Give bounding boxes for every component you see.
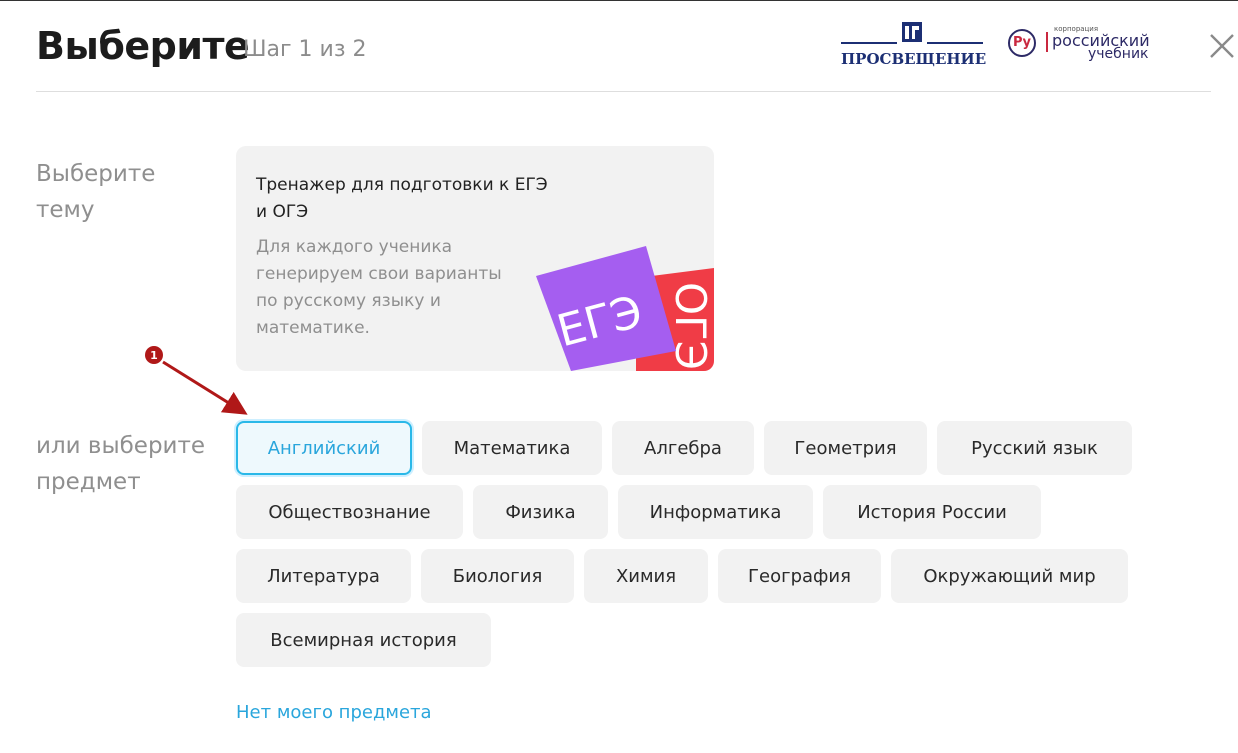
subject-informatics[interactable]: Информатика <box>618 485 813 539</box>
rossiyskiy-uchebnik-logo: Ру корпорация российский учебник <box>1008 25 1158 66</box>
close-button[interactable] <box>1208 32 1236 60</box>
subject-row: Английский Математика Алгебра Геометрия … <box>236 421 1196 475</box>
topic-section-label: Выберите тему <box>36 161 156 223</box>
logo-bar-right <box>927 42 983 44</box>
subject-row: Всемирная история <box>236 613 1196 667</box>
subject-world-history[interactable]: Всемирная история <box>236 613 491 667</box>
logo-bar-left <box>841 42 897 44</box>
subject-section-label: или выберите предмет <box>36 433 206 495</box>
logo-separator <box>1046 32 1048 52</box>
ru-logo-icon: Ру <box>1008 29 1036 57</box>
subject-algebra[interactable]: Алгебра <box>612 421 754 475</box>
subject-world-around[interactable]: Окружающий мир <box>891 549 1128 603</box>
subject-social-studies[interactable]: Обществознание <box>236 485 463 539</box>
annotation-badge-number: 1 <box>150 349 158 362</box>
subject-literature[interactable]: Литература <box>236 549 411 603</box>
subject-row: Обществознание Физика Информатика Истори… <box>236 485 1196 539</box>
subject-english[interactable]: Английский <box>236 421 412 475</box>
prosveshchenie-logo: ПРОСВЕЩЕНИЕ <box>841 20 987 70</box>
logo-line2: учебник <box>1088 46 1149 62</box>
prosveshchenie-logo-text: ПРОСВЕЩЕНИЕ <box>841 50 987 68</box>
page-title: Выберите <box>36 24 250 68</box>
subject-russian-history[interactable]: История России <box>823 485 1041 539</box>
subject-russian[interactable]: Русский язык <box>937 421 1132 475</box>
modal-header: Выберите Шаг 1 из 2 ПРОСВЕЩЕНИЕ Ру корпо… <box>36 0 1234 92</box>
ege-oge-trainer-card[interactable]: Тренажер для подготовки к ЕГЭ и ОГЭ Для … <box>236 146 714 371</box>
annotation-arrow <box>162 360 248 415</box>
subject-geometry[interactable]: Геометрия <box>764 421 927 475</box>
subject-list: Английский Математика Алгебра Геометрия … <box>236 421 1196 677</box>
subject-biology[interactable]: Биология <box>421 549 574 603</box>
step-indicator: Шаг 1 из 2 <box>243 37 367 62</box>
subject-geography[interactable]: География <box>718 549 881 603</box>
subject-chemistry[interactable]: Химия <box>584 549 708 603</box>
ege-oge-illustration: ОГЭ ЕГЭ <box>536 246 714 371</box>
art-text-oge: ОГЭ <box>666 282 714 370</box>
annotation-badge-circle <box>145 346 163 364</box>
card-title: Тренажер для подготовки к ЕГЭ и ОГЭ <box>256 175 548 222</box>
close-icon <box>1210 34 1234 58</box>
subject-row: Литература Биология Химия География Окру… <box>236 549 1196 603</box>
subject-math[interactable]: Математика <box>422 421 602 475</box>
prosveshchenie-mark-icon <box>902 22 922 42</box>
no-subject-link[interactable]: Нет моего предмета <box>236 702 432 723</box>
subject-physics[interactable]: Физика <box>473 485 608 539</box>
card-description: Для каждого ученика генерируем свои вари… <box>256 237 502 338</box>
